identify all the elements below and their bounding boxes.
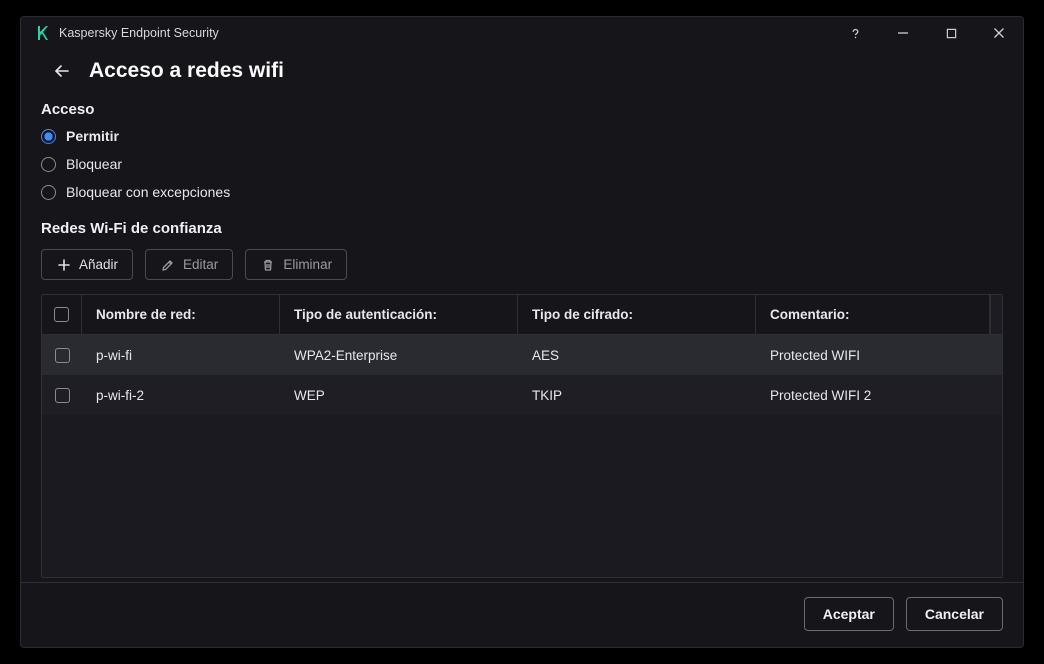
delete-label: Eliminar xyxy=(283,257,332,272)
radio-label: Bloquear con excepciones xyxy=(66,184,230,200)
cell-name: p-wi-fi xyxy=(82,335,280,375)
app-title: Kaspersky Endpoint Security xyxy=(59,26,845,40)
add-button[interactable]: Añadir xyxy=(41,249,133,280)
table-header-row: Nombre de red: Tipo de autenticación: Ti… xyxy=(42,295,1002,335)
dialog-footer: Aceptar Cancelar xyxy=(21,582,1023,647)
header-comment[interactable]: Comentario: xyxy=(756,295,990,334)
plus-icon xyxy=(56,257,71,272)
cell-comment: Protected WIFI xyxy=(756,335,1002,375)
radio-icon xyxy=(41,185,56,200)
header-auth[interactable]: Tipo de autenticación: xyxy=(280,295,518,334)
table-row[interactable]: p-wi-fi-2 WEP TKIP Protected WIFI 2 xyxy=(42,375,1002,415)
window-controls xyxy=(845,23,1015,43)
checkbox-icon xyxy=(55,348,70,363)
cell-name: p-wi-fi-2 xyxy=(82,375,280,415)
header-name[interactable]: Nombre de red: xyxy=(82,295,280,334)
edit-label: Editar xyxy=(183,257,218,272)
ok-button[interactable]: Aceptar xyxy=(804,597,894,631)
table-toolbar: Añadir Editar Eliminar xyxy=(41,249,1003,280)
scrollbar-gutter xyxy=(990,295,1002,334)
cell-auth: WEP xyxy=(280,375,518,415)
content-area: Acceso a redes wifi Acceso Permitir Bloq… xyxy=(21,49,1023,582)
back-arrow-icon[interactable] xyxy=(51,60,73,82)
radio-label: Bloquear xyxy=(66,156,122,172)
app-window: Kaspersky Endpoint Security xyxy=(20,16,1024,648)
add-label: Añadir xyxy=(79,257,118,272)
trash-icon xyxy=(260,257,275,272)
table-row[interactable]: p-wi-fi WPA2-Enterprise AES Protected WI… xyxy=(42,335,1002,375)
cell-auth: WPA2-Enterprise xyxy=(280,335,518,375)
close-icon[interactable] xyxy=(989,23,1009,43)
kaspersky-logo-icon xyxy=(35,25,51,41)
header-enc[interactable]: Tipo de cifrado: xyxy=(518,295,756,334)
access-section-label: Acceso xyxy=(41,101,1003,118)
cell-enc: TKIP xyxy=(518,375,756,415)
access-radio-group: Permitir Bloquear Bloquear con excepcion… xyxy=(41,128,1003,200)
cell-comment: Protected WIFI 2 xyxy=(756,375,1002,415)
table-body: p-wi-fi WPA2-Enterprise AES Protected WI… xyxy=(42,335,1002,577)
pencil-icon xyxy=(160,257,175,272)
page-header: Acceso a redes wifi xyxy=(41,59,1003,83)
cancel-button[interactable]: Cancelar xyxy=(906,597,1003,631)
titlebar: Kaspersky Endpoint Security xyxy=(21,17,1023,49)
radio-block-exceptions[interactable]: Bloquear con excepciones xyxy=(41,184,1003,200)
delete-button[interactable]: Eliminar xyxy=(245,249,347,280)
trusted-networks-table: Nombre de red: Tipo de autenticación: Ti… xyxy=(41,294,1003,578)
page-title: Acceso a redes wifi xyxy=(89,59,284,83)
checkbox-icon xyxy=(55,388,70,403)
trusted-section-label: Redes Wi-Fi de confianza xyxy=(41,220,1003,237)
radio-block[interactable]: Bloquear xyxy=(41,156,1003,172)
row-checkbox-cell[interactable] xyxy=(42,335,82,375)
minimize-icon[interactable] xyxy=(893,23,913,43)
checkbox-icon xyxy=(54,307,69,322)
radio-icon xyxy=(41,157,56,172)
radio-icon xyxy=(41,129,56,144)
help-icon[interactable] xyxy=(845,23,865,43)
cell-enc: AES xyxy=(518,335,756,375)
header-checkbox-cell[interactable] xyxy=(42,295,82,334)
maximize-icon[interactable] xyxy=(941,23,961,43)
radio-label: Permitir xyxy=(66,128,119,144)
row-checkbox-cell[interactable] xyxy=(42,375,82,415)
radio-permit[interactable]: Permitir xyxy=(41,128,1003,144)
edit-button[interactable]: Editar xyxy=(145,249,233,280)
